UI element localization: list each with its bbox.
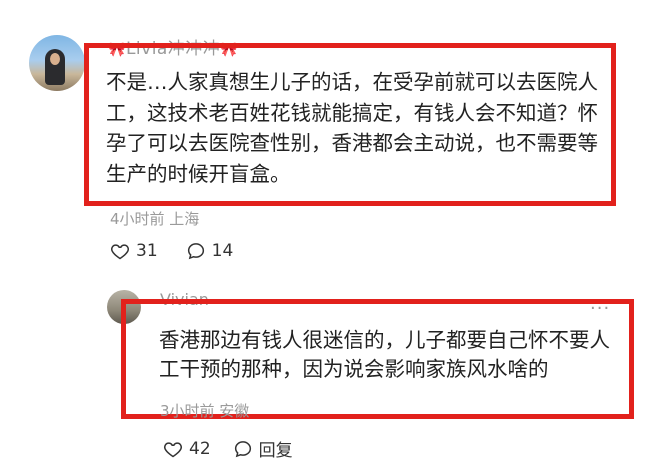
highlight-box (84, 43, 616, 206)
comment-meta: 4小时前 上海 (110, 210, 200, 228)
reply-actions: 42 回复 (163, 436, 293, 461)
like-button[interactable]: 31 (110, 241, 158, 261)
comment-actions: 31 14 (110, 241, 233, 261)
like-count: 31 (136, 241, 158, 261)
reply-label: 回复 (258, 441, 293, 461)
comment-count: 14 (211, 241, 234, 261)
reply-button[interactable]: 回复 (233, 436, 293, 461)
speech-bubble-icon (187, 243, 204, 260)
avatar-face (50, 53, 60, 65)
comment-count-button[interactable]: 14 (186, 241, 234, 261)
heart-outline-icon (111, 244, 129, 260)
commenter-avatar[interactable] (29, 35, 85, 91)
reply-meta: 3小时前 安徽 (160, 402, 250, 420)
